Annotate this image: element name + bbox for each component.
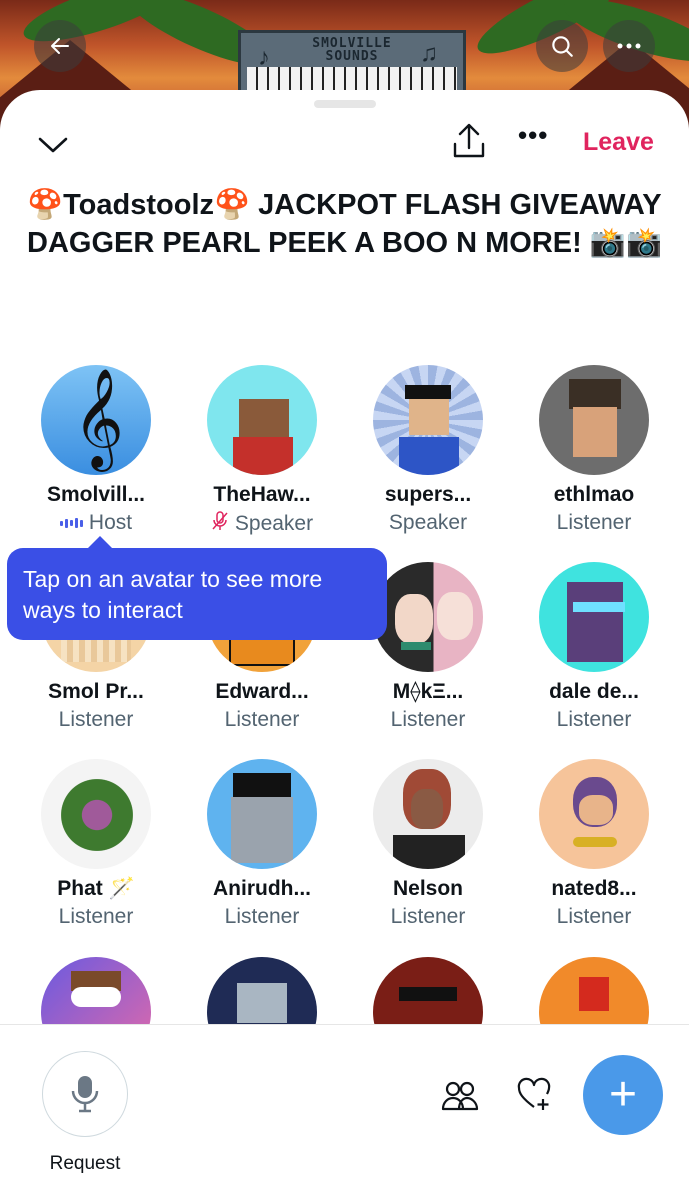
participant-role: Host [13, 511, 179, 535]
participant-role: Listener [224, 905, 300, 928]
participant-card[interactable]: supers... Speaker [345, 365, 511, 535]
bottom-bar: Request + [0, 1024, 689, 1200]
participant-card[interactable]: Phat 🪄 Listener [13, 759, 179, 929]
participant-card[interactable]: ethlmao Listener [511, 365, 677, 535]
heart-plus-icon[interactable] [516, 1077, 552, 1113]
participant-card[interactable]: dale de... Listener [511, 562, 677, 732]
space-title: 🍄Toadstoolz🍄 JACKPOT FLASH GIVEAWAY DAGG… [27, 186, 667, 262]
avatar[interactable] [539, 365, 649, 475]
avatar[interactable] [373, 562, 483, 672]
arrow-left-icon [51, 38, 69, 54]
participant-name: ethlmao [553, 483, 635, 506]
participant-card[interactable]: TheHaw... Speaker [179, 365, 345, 537]
mic-off-icon [211, 511, 229, 537]
leave-button[interactable]: Leave [583, 128, 654, 157]
participant-role: Speaker [179, 511, 345, 537]
avatar[interactable] [539, 562, 649, 672]
people-icon[interactable] [441, 1081, 479, 1111]
avatar[interactable]: 𝄞 [41, 365, 151, 475]
participant-name: nated8... [551, 877, 637, 900]
participant-name: Edward... [215, 680, 309, 703]
participant-role: Listener [556, 708, 632, 731]
banner-more-button[interactable] [603, 20, 655, 72]
participant-card[interactable]: Nelson Listener [345, 759, 511, 929]
more-button[interactable]: ••• [518, 122, 554, 154]
interaction-tooltip[interactable]: Tap on an avatar to see more ways to int… [7, 536, 387, 640]
participant-role: Speaker [388, 511, 468, 534]
mushroom-emoji: 🍄 [214, 187, 251, 221]
avatar[interactable] [207, 759, 317, 869]
participant-name: M⟠kΞ... [392, 680, 464, 703]
participant-role: Listener [224, 708, 300, 731]
request-label: Request [49, 1153, 121, 1174]
mushroom-emoji: 🍄 [27, 187, 64, 221]
participant-role: Listener [58, 905, 134, 928]
participant-name: TheHaw... [213, 483, 311, 506]
participant-role: Listener [390, 708, 466, 731]
participant-role: Listener [58, 708, 134, 731]
microphone-icon [71, 1076, 99, 1113]
avatar[interactable] [539, 759, 649, 869]
participant-role: Listener [390, 905, 466, 928]
title-text: Toadstoolz [63, 189, 214, 221]
participant-name: Anirudh... [213, 877, 311, 900]
share-icon[interactable] [452, 122, 486, 160]
music-note-icon: ♪ [258, 44, 270, 71]
participant-card[interactable]: 𝄞 Smolvill... Host [13, 365, 179, 535]
search-button[interactable] [536, 20, 588, 72]
space-topbar: ••• Leave [0, 122, 689, 166]
more-horizontal-icon [617, 43, 641, 49]
participant-card[interactable]: nated8... Listener [511, 759, 677, 929]
compose-plus-button[interactable]: + [583, 1055, 663, 1135]
participant-name: Phat 🪄 [57, 877, 135, 900]
participant-role: Listener [556, 511, 632, 534]
audio-bars-icon [59, 516, 83, 530]
participant-name: dale de... [549, 680, 639, 703]
music-note-icon: ♫ [420, 40, 438, 67]
avatar[interactable] [373, 759, 483, 869]
avatar[interactable] [41, 759, 151, 869]
participant-name: Smol Pr... [48, 680, 144, 703]
chevron-down-icon[interactable] [36, 128, 70, 162]
participant-role: Listener [556, 905, 632, 928]
request-button[interactable] [42, 1051, 128, 1137]
participant-card[interactable]: Anirudh... Listener [179, 759, 345, 929]
avatar[interactable] [373, 365, 483, 475]
participant-name: Smolvill... [46, 483, 146, 506]
search-icon [552, 36, 573, 57]
sheet-grabber[interactable] [314, 100, 376, 108]
back-button[interactable] [34, 20, 86, 72]
avatar[interactable] [207, 365, 317, 475]
participant-name: supers... [384, 483, 472, 506]
participant-name: Nelson [392, 877, 463, 900]
camera-flash-emoji: 📸📸 [589, 225, 663, 259]
